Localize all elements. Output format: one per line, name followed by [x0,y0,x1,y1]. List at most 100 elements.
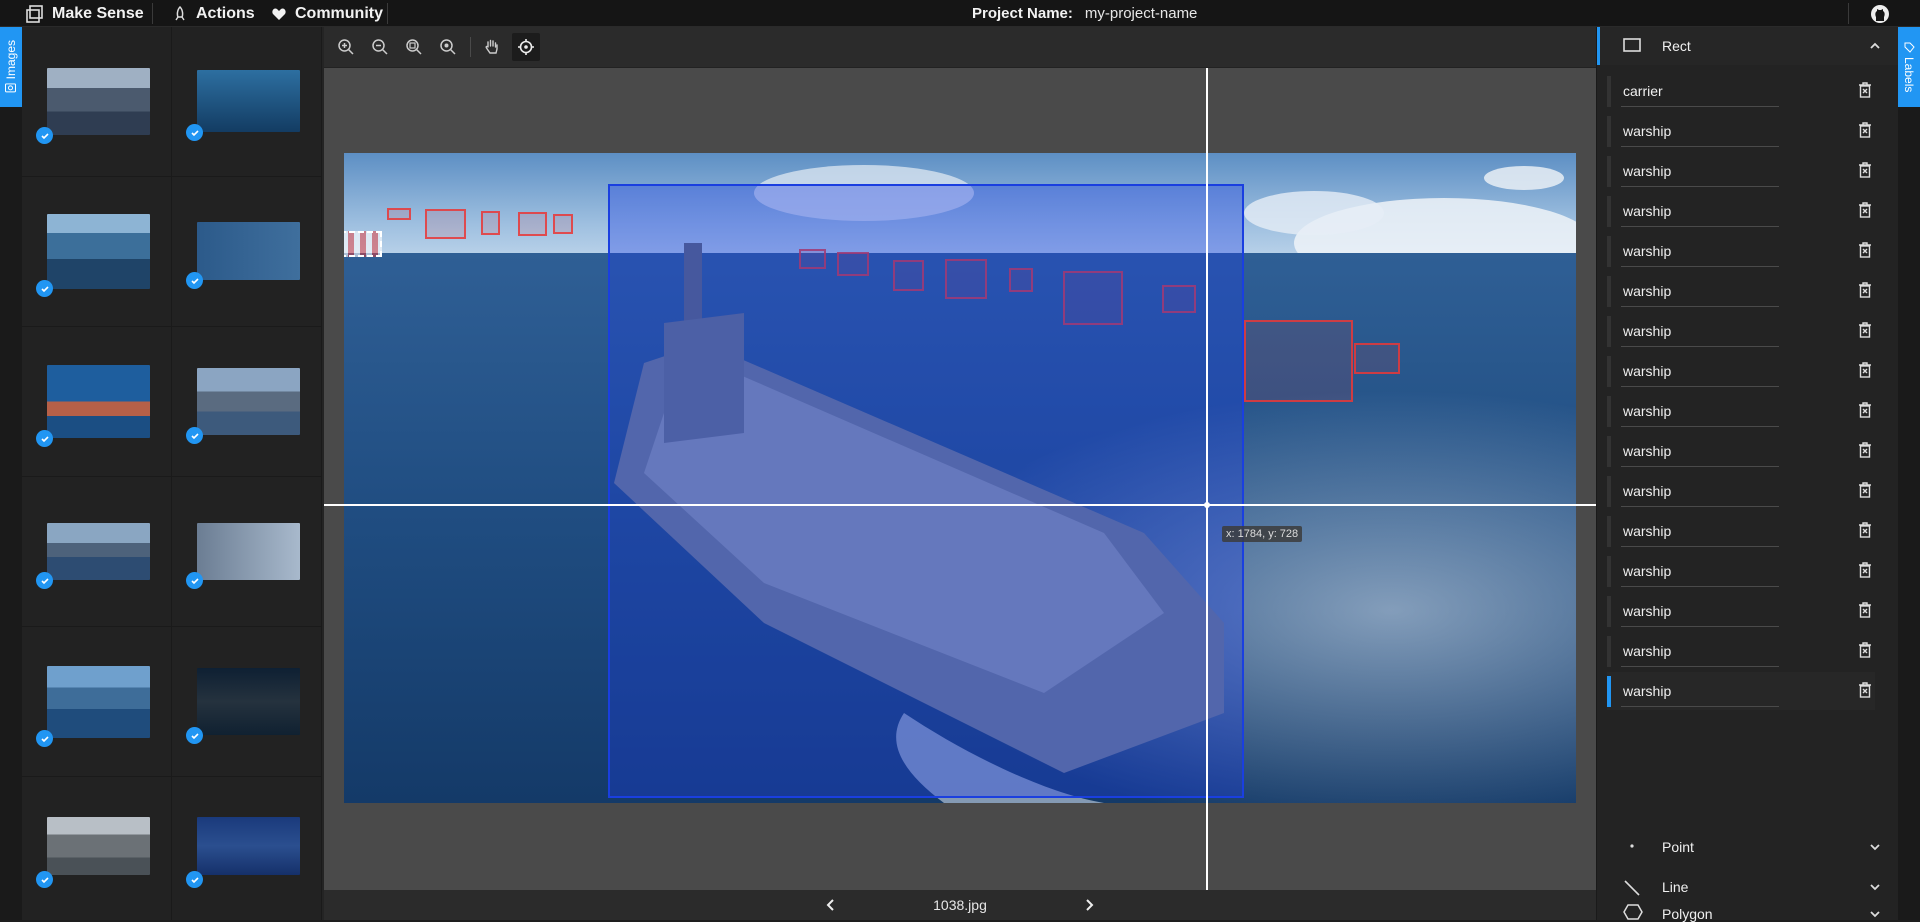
divider [1848,3,1849,24]
label-row[interactable]: warship [1607,472,1875,510]
label-row[interactable]: warship [1607,272,1875,310]
label-name[interactable]: warship [1623,243,1671,259]
label-name[interactable]: warship [1623,443,1671,459]
zoom-in-button[interactable] [332,33,360,61]
annotation-rect[interactable] [1244,320,1353,402]
toolbar-divider [470,37,471,57]
annotation-rect[interactable] [518,212,547,236]
chevron-up-icon[interactable] [1869,40,1881,52]
label-row[interactable]: warship [1607,232,1875,270]
label-name[interactable]: warship [1623,203,1671,219]
annotation-rect[interactable] [387,208,411,220]
label-name[interactable]: warship [1623,643,1671,659]
delete-label-button[interactable] [1857,561,1873,579]
delete-label-button[interactable] [1857,361,1873,379]
thumbnail-cell[interactable] [172,327,322,477]
delete-label-button[interactable] [1857,161,1873,179]
thumbnail-cell[interactable] [22,477,172,627]
zoom-max-button[interactable] [434,33,462,61]
thumbnail-cell[interactable] [172,27,322,177]
delete-label-button[interactable] [1857,281,1873,299]
label-name[interactable]: warship [1623,523,1671,539]
delete-label-button[interactable] [1857,521,1873,539]
delete-label-button[interactable] [1857,321,1873,339]
label-name[interactable]: warship [1623,163,1671,179]
delete-label-button[interactable] [1857,481,1873,499]
thumbnail-cell[interactable] [22,327,172,477]
label-row[interactable]: carrier [1607,72,1875,110]
github-link[interactable] [1868,2,1892,26]
thumbnail-cell[interactable] [172,477,322,627]
thumbnail-cell[interactable] [22,177,172,327]
delete-label-button[interactable] [1857,441,1873,459]
label-row[interactable]: warship [1607,552,1875,590]
images-side-tab[interactable]: Images [0,27,22,107]
label-name[interactable]: warship [1623,123,1671,139]
annotation-rect[interactable] [425,209,466,239]
chevron-down-icon[interactable] [1869,908,1881,920]
annotation-rect[interactable] [553,214,573,234]
zoom-fit-button[interactable] [400,33,428,61]
delete-label-button[interactable] [1857,401,1873,419]
delete-label-button[interactable] [1857,601,1873,619]
rect-section-header[interactable]: Rect [1597,27,1899,65]
thumbnail-cell[interactable] [172,627,322,777]
actions-menu[interactable]: Actions [172,0,255,27]
label-row[interactable]: warship [1607,312,1875,350]
label-name[interactable]: warship [1623,563,1671,579]
label-name[interactable]: warship [1623,483,1671,499]
label-row[interactable]: warship [1607,392,1875,430]
label-name[interactable]: warship [1623,683,1671,699]
thumbnail-cell[interactable] [22,27,172,177]
label-name[interactable]: warship [1623,603,1671,619]
delete-label-button[interactable] [1857,241,1873,259]
delete-label-button[interactable] [1857,121,1873,139]
label-row[interactable]: warship [1607,152,1875,190]
delete-label-button[interactable] [1857,201,1873,219]
chevron-down-icon[interactable] [1869,841,1881,853]
annotation-rect-selected[interactable] [608,184,1244,798]
polygon-section-header[interactable]: Polygon [1597,882,1899,922]
zoom-out-icon [372,39,388,55]
label-name[interactable]: carrier [1623,83,1663,99]
pan-tool-button[interactable] [478,33,506,61]
label-name[interactable]: warship [1623,363,1671,379]
zoom-fit-icon [406,39,422,55]
thumbnail-cell[interactable] [22,777,172,920]
label-row[interactable]: warship [1607,512,1875,550]
label-row[interactable]: warship [1607,592,1875,630]
delete-label-button[interactable] [1857,641,1873,659]
thumbnail-cell[interactable] [22,627,172,777]
trash-icon [1859,482,1871,498]
crosshair-tool-button[interactable] [512,33,540,61]
delete-label-button[interactable] [1857,681,1873,699]
label-name[interactable]: warship [1623,283,1671,299]
previous-image-button[interactable] [824,898,838,912]
thumbnail-cell[interactable] [172,177,322,327]
thumbnail-image [47,68,150,135]
label-row[interactable]: warship [1607,432,1875,470]
current-image-name: 1038.jpg [933,897,987,913]
label-row[interactable]: warship [1607,672,1875,710]
label-row[interactable]: warship [1607,352,1875,390]
image-canvas[interactable] [344,153,1576,803]
annotation-rect[interactable] [481,211,500,235]
next-image-button[interactable] [1082,898,1096,912]
labels-side-tab[interactable]: Labels [1898,27,1920,107]
delete-label-button[interactable] [1857,81,1873,99]
label-row[interactable]: warship [1607,192,1875,230]
label-name[interactable]: warship [1623,323,1671,339]
label-underline [1621,506,1779,507]
annotation-rect[interactable] [1354,343,1400,374]
zoom-out-button[interactable] [366,33,394,61]
label-row[interactable]: warship [1607,112,1875,150]
thumbnail-cell[interactable] [172,777,322,920]
project-name-field[interactable]: my-project-name [1085,5,1198,22]
drawing-rect-preview[interactable] [344,231,382,257]
label-name[interactable]: warship [1623,403,1671,419]
trash-icon [1859,402,1871,418]
label-row[interactable]: warship [1607,632,1875,670]
app-logo[interactable]: Make Sense [26,0,144,27]
point-section-header[interactable]: Point [1597,828,1899,866]
community-menu[interactable]: Community [271,0,383,27]
